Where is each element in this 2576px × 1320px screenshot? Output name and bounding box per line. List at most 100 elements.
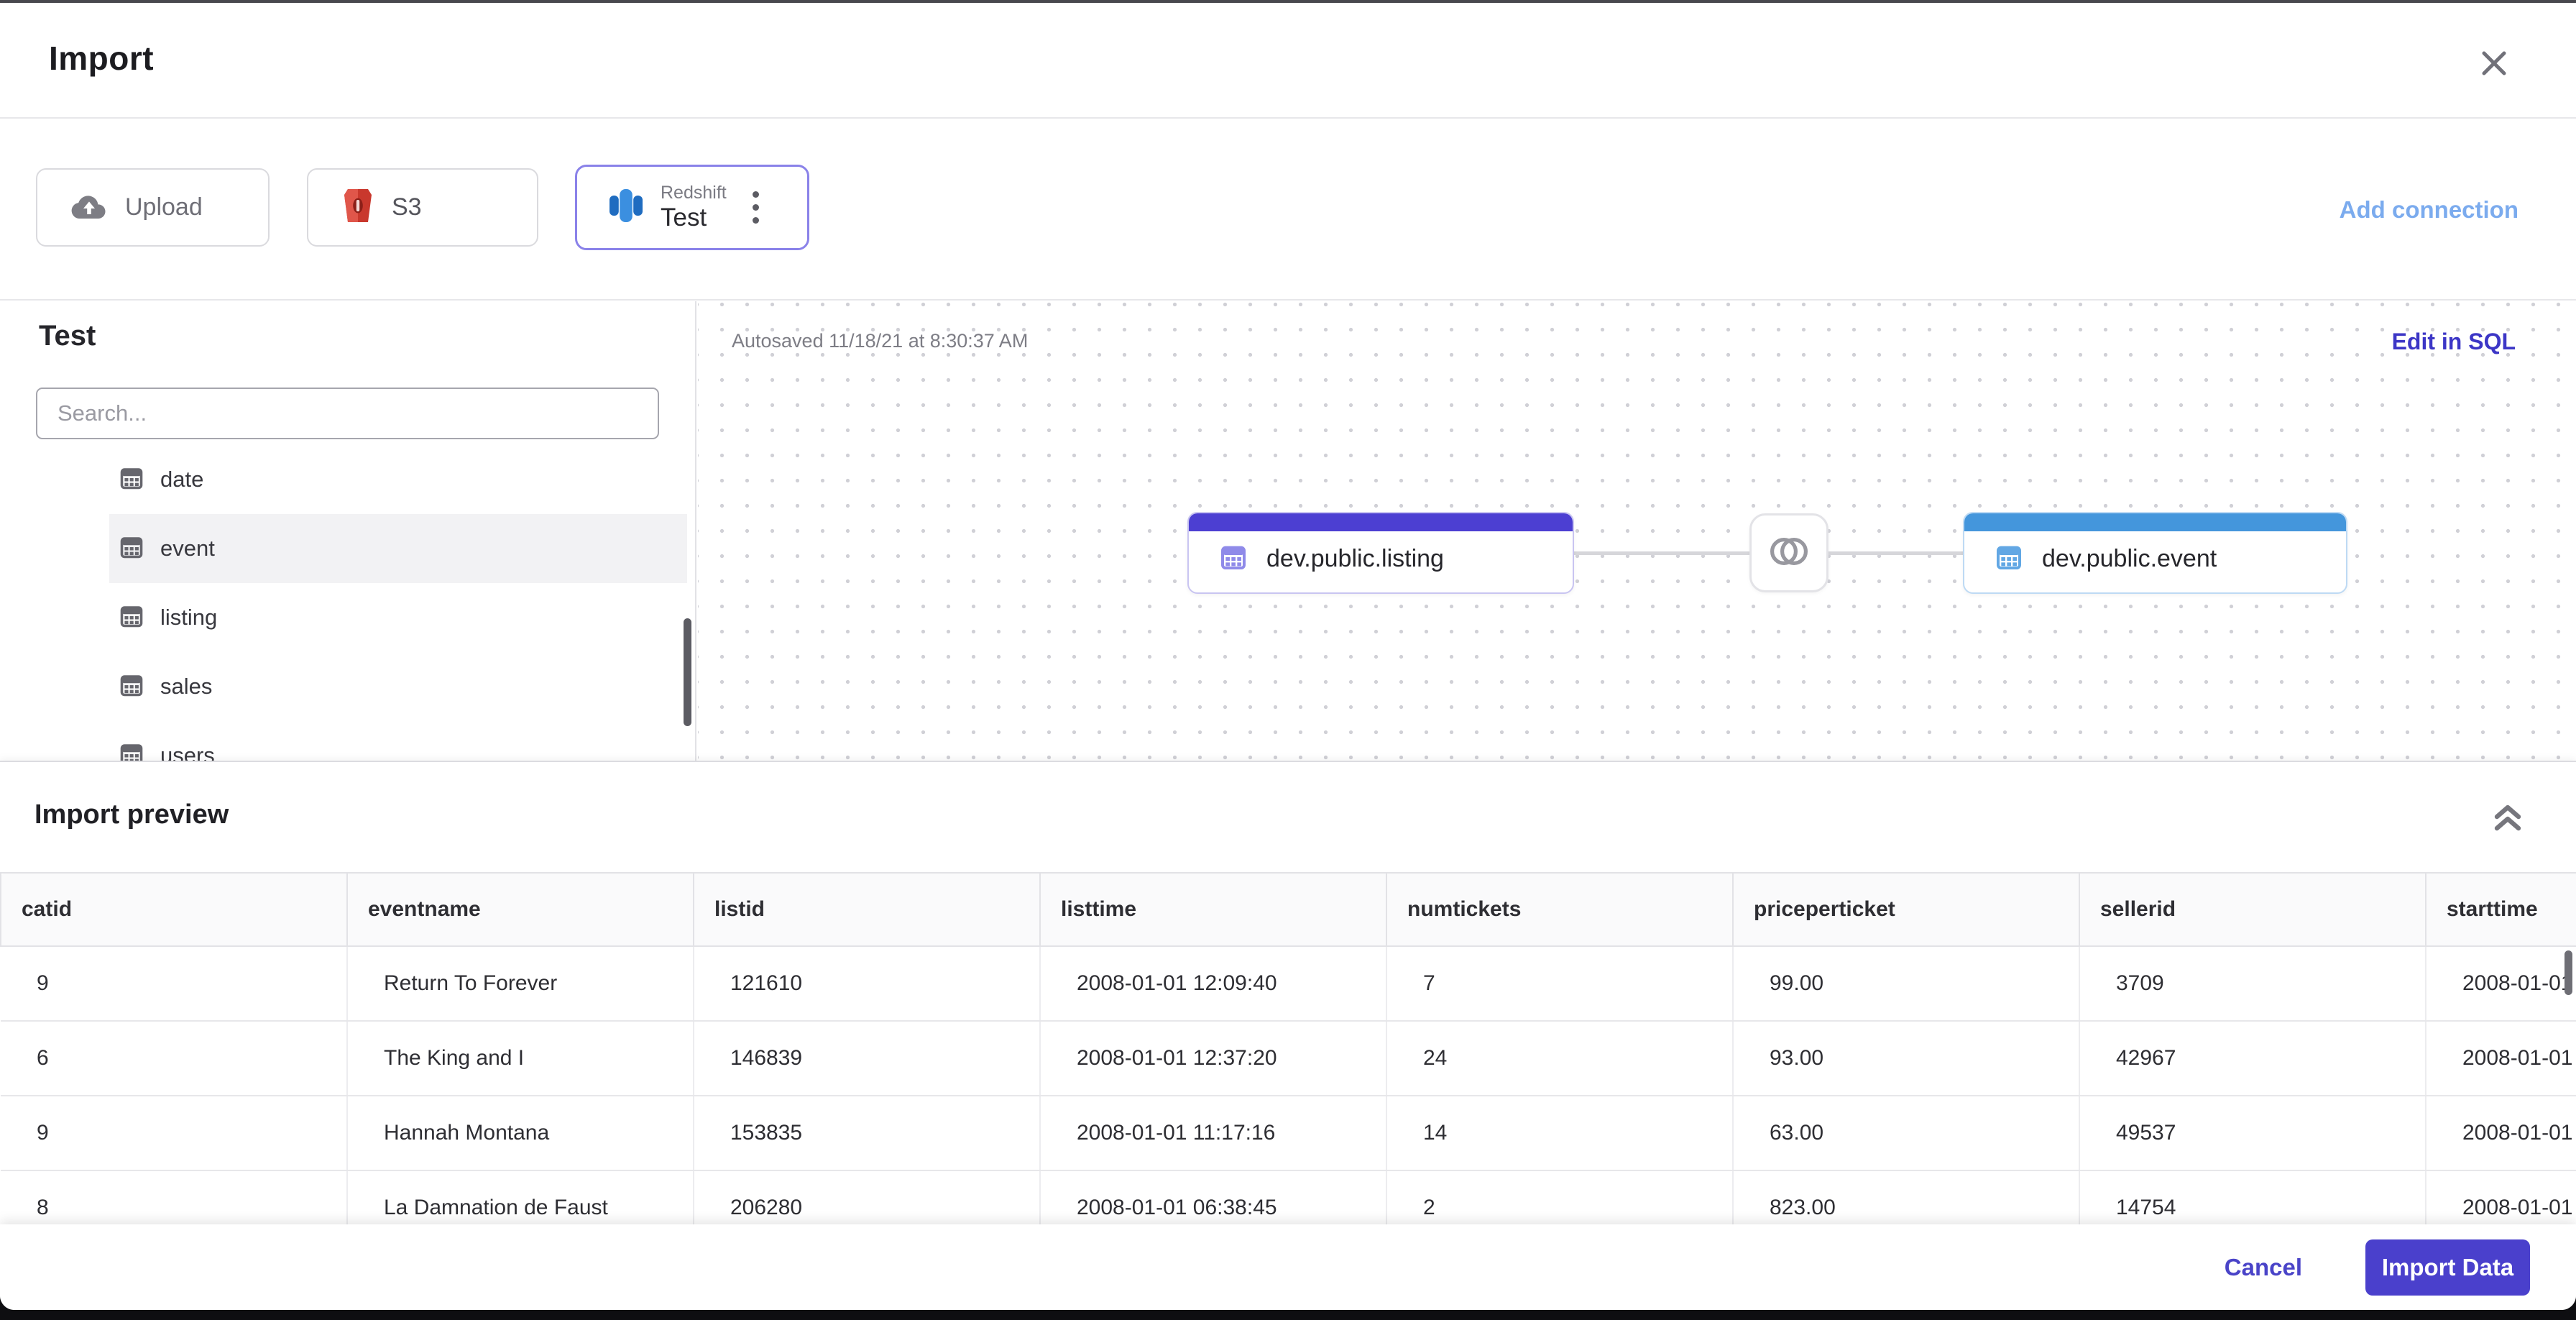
upload-label: Upload	[125, 193, 203, 221]
table-cell: 206280	[694, 1170, 1041, 1229]
column-header[interactable]: listid	[694, 872, 1041, 947]
node-label: dev.public.listing	[1266, 544, 1444, 572]
table-scrollbar[interactable]	[2564, 950, 2572, 995]
add-connection-link[interactable]: Add connection	[2340, 196, 2518, 224]
table-list-label: sales	[160, 674, 213, 699]
source-card-upload[interactable]: Upload	[36, 168, 270, 247]
close-icon	[2474, 51, 2514, 86]
redshift-type-label: Redshift	[661, 183, 727, 203]
table-list-item-date[interactable]: date	[0, 445, 695, 514]
table-list-label: event	[160, 536, 215, 561]
table-cell: La Damnation de Faust	[347, 1170, 694, 1229]
node-accent-bar	[1189, 513, 1573, 531]
table-row: 9 Hannah Montana 153835 2008-01-01 11:17…	[1, 1096, 2576, 1171]
column-header[interactable]: listtime	[1040, 872, 1387, 947]
panel-scrollbar[interactable]	[684, 618, 691, 726]
table-cell: 153835	[694, 1096, 1041, 1171]
autosave-status: Autosaved 11/18/21 at 8:30:37 AM	[732, 330, 1029, 352]
table-cell: 9	[1, 946, 348, 1022]
table-cell: 2008-01-01 1	[2426, 1021, 2576, 1096]
double-chevron-up-icon	[2487, 805, 2529, 839]
redshift-texts: Redshift Test	[661, 183, 727, 232]
table-cell: The King and I	[347, 1021, 694, 1096]
preview-table: catid eventname listid listtime numticke…	[0, 872, 2576, 1229]
column-header[interactable]: priceperticket	[1733, 872, 2080, 947]
table-cell: 14754	[2079, 1170, 2426, 1229]
upload-cloud-icon	[70, 191, 108, 224]
s3-icon	[341, 186, 374, 229]
table-grid-icon	[119, 465, 144, 495]
column-header[interactable]: catid	[0, 872, 348, 947]
table-cell: 2008-01-01 1	[2426, 1096, 2576, 1171]
schema-panel: Test date event	[0, 301, 696, 761]
modal-header: Import	[0, 3, 2576, 119]
canvas-node-event[interactable]: dev.public.event	[1963, 512, 2347, 594]
join-type-node[interactable]	[1749, 513, 1828, 592]
table-cell: 2008-01-01 1	[2426, 946, 2576, 1022]
table-list-item-event[interactable]: event	[0, 514, 695, 583]
column-header[interactable]: starttime	[2426, 872, 2576, 947]
table-cell: 14	[1386, 1096, 1734, 1171]
table-cell: 146839	[694, 1021, 1041, 1096]
table-row: 6 The King and I 146839 2008-01-01 12:37…	[1, 1021, 2576, 1096]
import-data-button[interactable]: Import Data	[2365, 1239, 2530, 1296]
table-cell: Hannah Montana	[347, 1096, 694, 1171]
table-list-item-users[interactable]: users	[0, 721, 695, 761]
kebab-menu-icon[interactable]	[748, 187, 763, 228]
table-list-item-sales[interactable]: sales	[0, 652, 695, 721]
search-input[interactable]	[36, 388, 659, 439]
column-header[interactable]: eventname	[347, 872, 694, 947]
table-list-label: date	[160, 467, 204, 492]
redshift-connection-name: Test	[661, 203, 707, 232]
column-header[interactable]: sellerid	[2079, 872, 2426, 947]
preview-table-container: catid eventname listid listtime numticke…	[0, 872, 2576, 1229]
table-grid-icon	[119, 672, 144, 702]
join-canvas[interactable]: Autosaved 11/18/21 at 8:30:37 AM Edit in…	[698, 301, 2576, 761]
node-label: dev.public.event	[2042, 544, 2217, 572]
page-title: Import	[49, 40, 155, 77]
table-row: 8 La Damnation de Faust 206280 2008-01-0…	[1, 1170, 2576, 1229]
table-cell: 3709	[2079, 946, 2426, 1022]
column-header[interactable]: numtickets	[1386, 872, 1734, 947]
venn-join-icon	[1767, 533, 1811, 573]
source-card-redshift[interactable]: Redshift Test	[575, 165, 809, 250]
table-cell: 93.00	[1733, 1021, 2080, 1096]
table-cell: 2008-01-01 11:17:16	[1040, 1096, 1387, 1171]
screen: Import Upload S3 Redshift Test Add conne…	[0, 0, 2576, 1320]
table-grid-icon	[1219, 543, 1248, 575]
table-grid-icon	[1995, 543, 2023, 575]
source-card-s3[interactable]: S3	[307, 168, 538, 247]
table-row: 9 Return To Forever 121610 2008-01-01 12…	[1, 946, 2576, 1022]
table-cell: 49537	[2079, 1096, 2426, 1171]
table-cell: 2008-01-01 1	[2426, 1170, 2576, 1229]
edit-in-sql-link[interactable]: Edit in SQL	[2392, 329, 2516, 355]
table-cell: 9	[1, 1096, 348, 1171]
table-cell: 2008-01-01 12:09:40	[1040, 946, 1387, 1022]
table-cell: 823.00	[1733, 1170, 2080, 1229]
table-grid-icon	[119, 741, 144, 761]
table-list: date event listing sales users	[0, 445, 695, 761]
collapse-preview-button[interactable]	[2487, 799, 2529, 837]
table-list-label: listing	[160, 605, 218, 630]
cancel-button[interactable]: Cancel	[2220, 1253, 2306, 1282]
import-preview-title: Import preview	[34, 799, 229, 830]
table-list-item-listing[interactable]: listing	[0, 583, 695, 652]
workspace: Test date event	[0, 301, 2576, 761]
close-button[interactable]	[2474, 43, 2514, 83]
footer-bar: Cancel Import Data	[0, 1224, 2576, 1310]
redshift-icon	[607, 185, 645, 229]
table-cell: 8	[1, 1170, 348, 1229]
schema-panel-title: Test	[39, 320, 96, 352]
table-cell: 7	[1386, 946, 1734, 1022]
table-cell: 99.00	[1733, 946, 2080, 1022]
table-cell: 63.00	[1733, 1096, 2080, 1171]
node-accent-bar	[1964, 513, 2346, 531]
table-cell: Return To Forever	[347, 946, 694, 1022]
import-modal: Import Upload S3 Redshift Test Add conne…	[0, 3, 2576, 1310]
table-cell: 2008-01-01 06:38:45	[1040, 1170, 1387, 1229]
table-cell: 24	[1386, 1021, 1734, 1096]
canvas-node-listing[interactable]: dev.public.listing	[1187, 512, 1574, 594]
s3-label: S3	[392, 193, 422, 221]
sources-row: Upload S3 Redshift Test Add connection	[0, 119, 2576, 301]
table-cell: 6	[1, 1021, 348, 1096]
